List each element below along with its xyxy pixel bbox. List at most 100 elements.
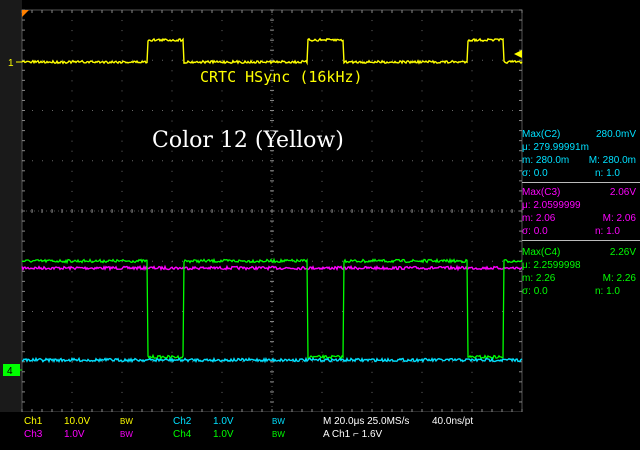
meas-value: 2.26V [609,247,636,258]
graticule-dot [112,110,113,111]
graticule-dot [471,401,473,403]
graticule-dot [371,271,373,273]
graticule-dot [392,59,393,61]
ch4-scale[interactable]: 1.0V [213,429,234,440]
graticule-dot [252,110,253,111]
graticule-dot [171,170,173,172]
graticule-dot [162,260,163,262]
graticule-dot [121,341,123,343]
timebase-readout[interactable]: M 20.0μs 25.0MS/s [323,416,409,427]
graticule-dot [342,361,343,363]
graticule-dot [471,271,473,273]
graticule-dot [221,371,223,373]
graticule-dot [371,70,373,72]
graticule-dot [321,221,323,223]
graticule-dot [421,401,423,403]
graticule-dot [152,311,153,312]
graticule-dot [362,311,363,312]
graticule-dot [212,110,213,111]
graticule-dot [371,381,373,383]
graticule-dot [171,100,173,102]
graticule-dot [412,110,413,111]
ch2-label[interactable]: Ch2 [173,416,191,427]
ch1-label[interactable]: Ch1 [24,416,42,427]
graticule-dot [462,160,463,162]
graticule-dot [321,371,323,373]
graticule-dot [142,160,143,162]
graticule-dot [171,190,173,192]
graticule-dot [322,110,323,111]
graticule-dot [171,90,173,92]
graticule-dot [371,351,373,353]
graticule-dot [262,160,263,162]
graticule-dot [342,59,343,61]
graticule-dot [221,321,223,323]
graticule-dot [202,160,203,162]
graticule-dot [52,160,53,162]
graticule-dot [221,271,223,273]
graticule-dot [372,59,373,61]
meas-sigma: σ: 0.0 [522,168,548,179]
measurement-c2[interactable]: Max(C2) 280.0mV μ: 279.99991m m: 280.0m M:… [522,128,640,185]
graticule-dot [121,241,123,243]
graticule-dot [472,311,473,312]
graticule-dot [71,140,73,142]
channel-markers[interactable]: 14 [3,10,522,377]
graticule-dot [171,70,173,72]
graticule-dot [71,241,73,243]
graticule-dot [182,110,183,111]
graticule-dot [102,110,103,111]
graticule-dot [71,50,73,52]
meas-value: 2.06V [609,187,636,198]
graticule-dot [322,59,323,61]
graticule-dot [92,160,93,162]
graticule-dot [471,150,473,152]
ch4-label[interactable]: Ch4 [173,429,191,440]
graticule-dot [221,190,223,192]
graticule-dot [152,110,153,111]
graticule-dot [121,271,123,273]
graticule-dot [471,50,473,52]
graticule-dot [71,190,73,192]
graticule-dot [371,321,373,323]
ch2-scale[interactable]: 1.0V [213,416,234,427]
graticule-dot [422,110,423,111]
graticule-dot [321,341,323,343]
graticule-dot [312,59,313,61]
graticule-dot [292,311,293,312]
graticule-dot [171,120,173,122]
graticule-dot [371,301,373,303]
graticule-dot [62,110,63,111]
measurement-c4[interactable]: Max(C4) 2.26V μ: 2.2599998 m: 2.26 M: 2.26… [522,246,640,298]
graticule-dot [421,301,423,303]
graticule-dot [421,231,423,233]
ch3-label[interactable]: Ch3 [24,429,42,440]
graticule-dot [252,361,253,363]
graticule-dot [171,251,173,253]
graticule-dot [172,160,173,162]
graticule-dot [371,20,373,22]
meas-title: Max(C2) [522,129,561,140]
traces [21,37,523,364]
graticule-dot [471,221,473,223]
graticule-dot [221,50,223,52]
graticule-dot [421,170,423,172]
meas-count: n: 1.0 [594,286,620,297]
graticule-dot [371,180,373,182]
graticule-dot [171,80,173,82]
graticule-dot [71,180,73,182]
graticule-dot [482,361,483,363]
graticule-dot [512,110,513,111]
ch1-scale[interactable]: 10.0V [64,416,90,427]
ch3-scale[interactable]: 1.0V [64,429,85,440]
graticule-dot [412,59,413,61]
graticule-dot [421,391,423,393]
graticule-dot [72,311,73,312]
graticule-dot [171,351,173,353]
measurement-c3[interactable]: Max(C3) 2.06V μ: 2.0599999 m: 2.06 M: 2.06… [522,186,640,243]
graticule-dot [221,100,223,102]
meas-mean: μ: 2.0599999 [522,200,581,211]
graticule-dot [171,30,173,32]
graticule-dot [352,160,353,162]
trigger-readout[interactable]: A Ch1 ⌐ 1.6V [323,429,382,440]
